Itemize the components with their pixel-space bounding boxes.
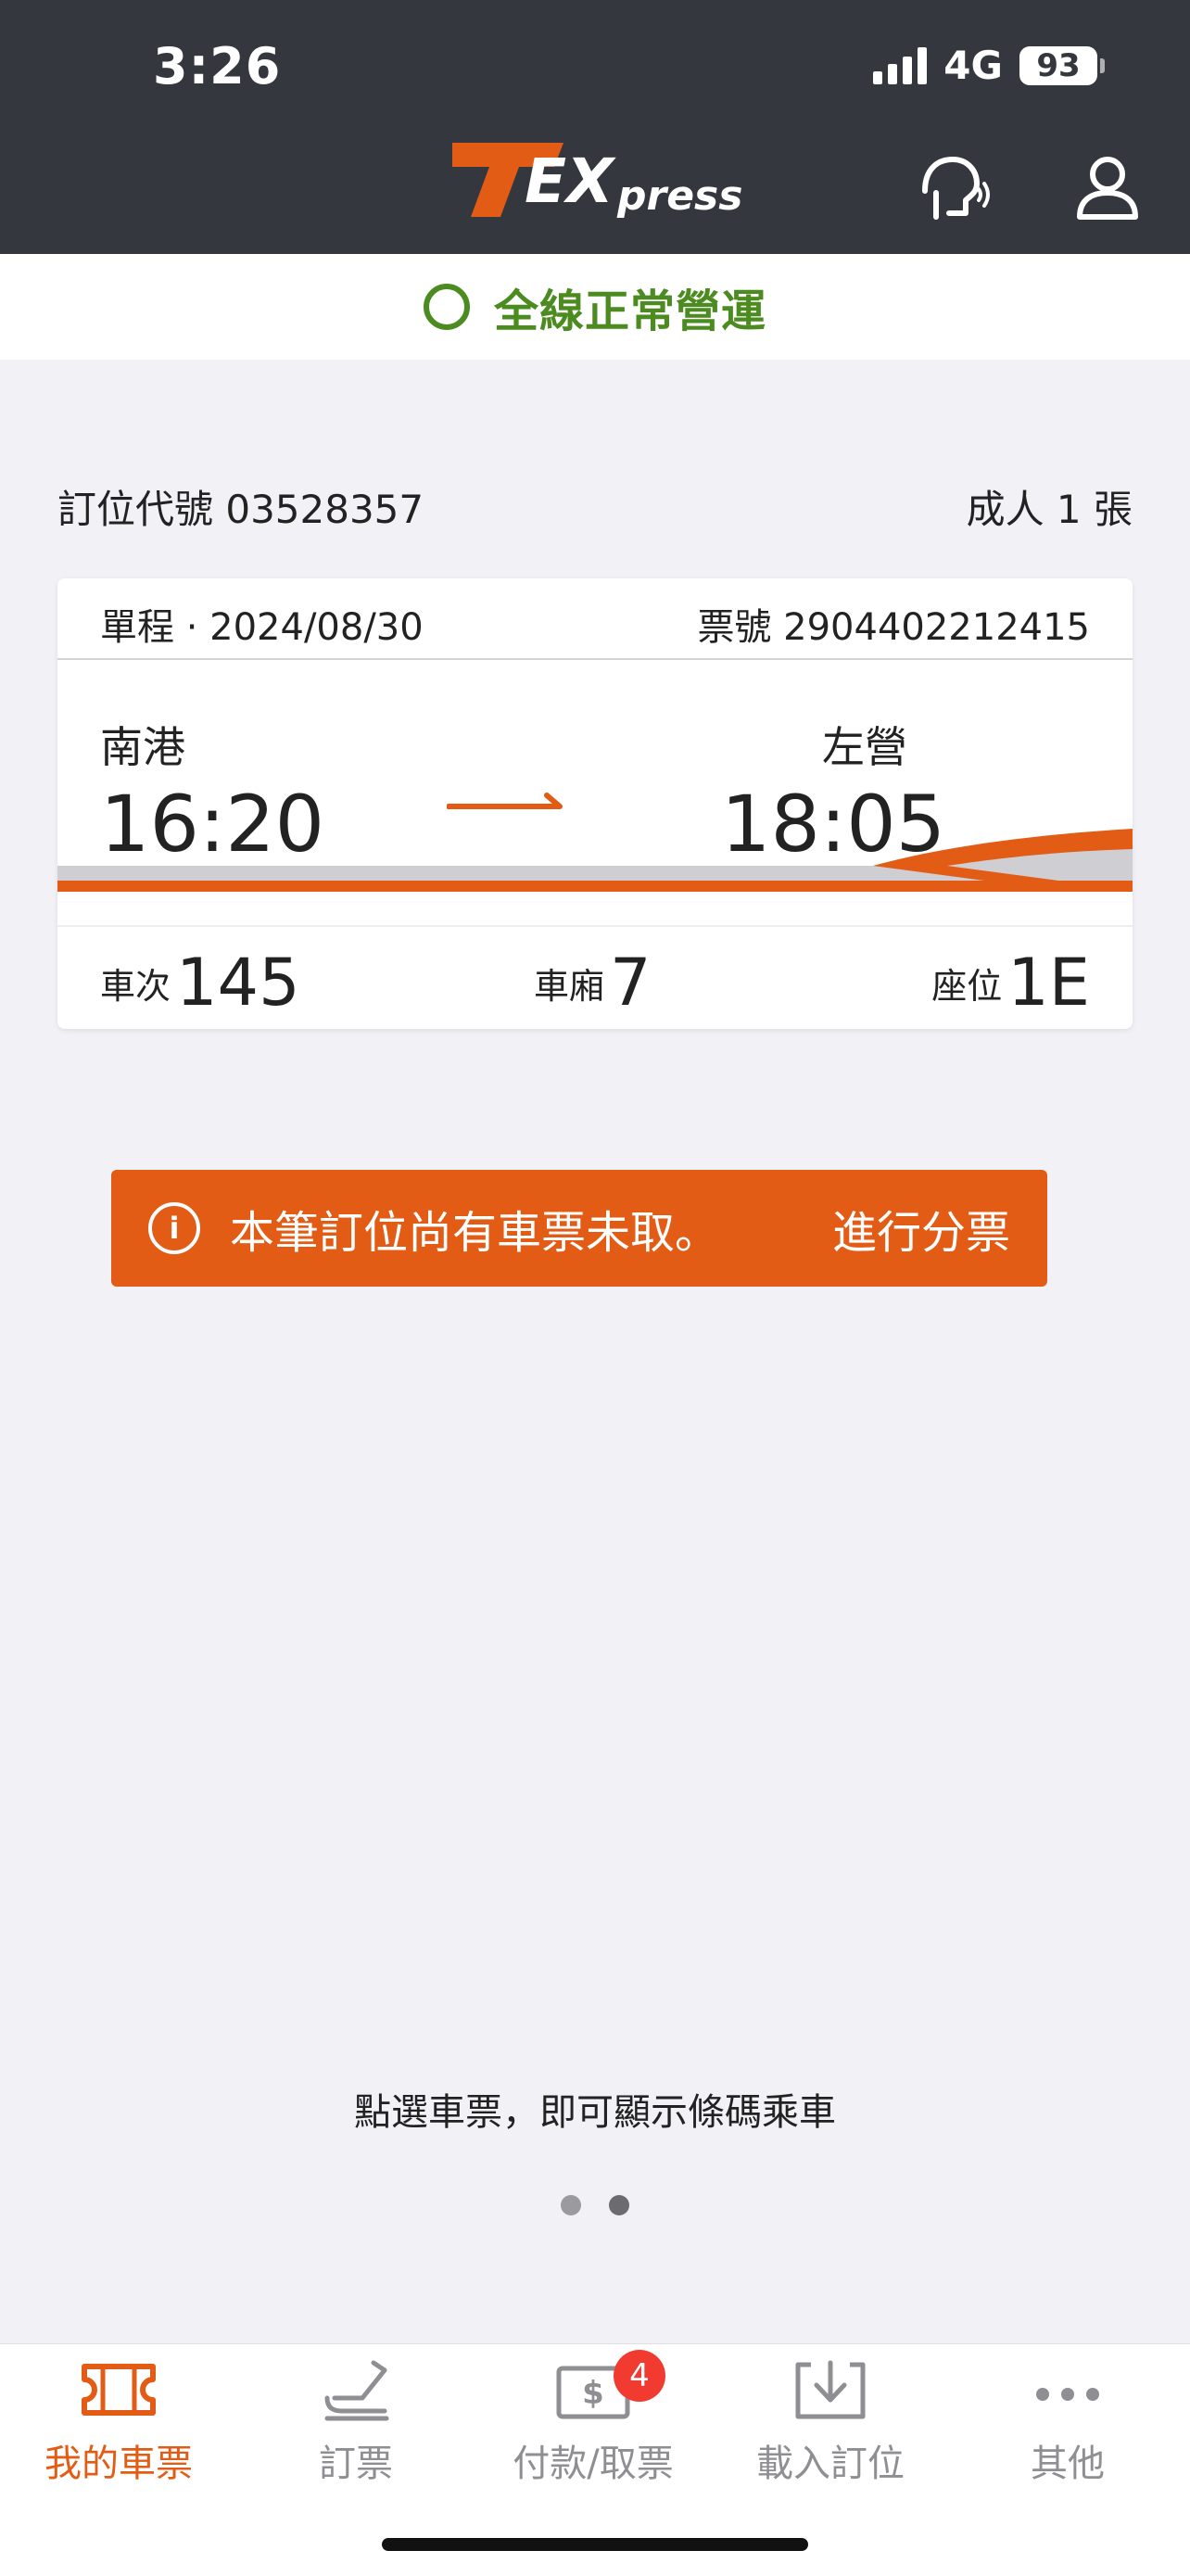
nav-my-tickets[interactable]: 我的車票 xyxy=(0,2357,237,2496)
departure-station: 南港 xyxy=(100,722,185,772)
reservation-code: 訂位代號 03528357 xyxy=(57,487,424,532)
ticket-icon xyxy=(82,2364,156,2416)
status-time: 3:26 xyxy=(153,37,282,95)
app-header: 3:26 4G 93 EX press xyxy=(0,0,1190,254)
alert-message: 本筆訂位尚有車票未取。 xyxy=(230,1207,720,1259)
seat-icon xyxy=(324,2360,389,2421)
nav-payment[interactable]: $ 4 付款/取票 xyxy=(475,2350,712,2496)
split-ticket-button[interactable]: 進行分票 xyxy=(832,1196,1010,1261)
seat-value: 1E xyxy=(1007,945,1090,1021)
page-indicator[interactable] xyxy=(0,2195,1190,2215)
train-label: 車次 xyxy=(100,965,171,1007)
arrival-station: 左營 xyxy=(822,722,907,772)
arrow-right-icon xyxy=(447,793,563,809)
nav-load-reservation[interactable]: 載入訂位 xyxy=(712,2357,949,2496)
payment-badge: 4 xyxy=(614,2350,665,2402)
page-dot-2[interactable] xyxy=(609,2195,629,2215)
status-indicators: 4G 93 xyxy=(873,43,1105,88)
nav-label: 載入訂位 xyxy=(756,2443,905,2485)
page-dot-1[interactable] xyxy=(561,2195,581,2215)
status-circle-icon xyxy=(423,284,470,330)
nav-label: 付款/取票 xyxy=(513,2443,674,2485)
nav-book[interactable]: 訂票 xyxy=(237,2357,475,2496)
download-icon xyxy=(795,2360,866,2419)
nav-label: 訂票 xyxy=(319,2443,393,2485)
nav-label: 我的車票 xyxy=(44,2443,193,2485)
trip-date: 單程 · 2024/08/30 xyxy=(100,606,424,649)
signal-icon xyxy=(873,46,928,84)
svg-text:press: press xyxy=(616,172,742,220)
user-icon[interactable] xyxy=(1075,154,1140,221)
seat-label: 座位 xyxy=(931,965,1003,1007)
coach-value: 7 xyxy=(610,945,652,1021)
decorative-rail-stripe xyxy=(57,829,1133,892)
svg-text:EX: EX xyxy=(525,146,616,217)
nav-more[interactable]: 其他 xyxy=(949,2357,1186,2496)
barcode-hint: 點選車票，即可顯示條碼乘車 xyxy=(354,2091,836,2134)
network-type: 4G xyxy=(943,43,1003,88)
train-number: 車次 145 xyxy=(100,936,300,1029)
info-icon: i xyxy=(148,1202,200,1254)
texpress-logo: EX press xyxy=(452,143,742,220)
seat-number: 座位 1E xyxy=(931,936,1090,1029)
ticket-number: 票號 2904402212415 xyxy=(697,606,1090,649)
ticket-card-header: 單程 · 2024/08/30 票號 2904402212415 xyxy=(57,578,1133,660)
nav-label: 其他 xyxy=(1031,2443,1105,2485)
coach-label: 車廂 xyxy=(534,965,605,1007)
ticket-card[interactable]: 單程 · 2024/08/30 票號 2904402212415 南港 16:2… xyxy=(57,578,1133,1029)
coach-number: 車廂 7 xyxy=(534,936,652,1029)
split-ticket-alert[interactable]: i 本筆訂位尚有車票未取。 進行分票 xyxy=(111,1170,1047,1287)
operation-status-text: 全線正常營運 xyxy=(493,286,766,337)
more-icon xyxy=(1036,2388,1099,2401)
card-divider xyxy=(57,925,1133,927)
operation-status-bar[interactable]: 全線正常營運 xyxy=(0,254,1190,360)
svg-text:$: $ xyxy=(582,2375,604,2412)
voice-support-icon[interactable] xyxy=(918,156,992,222)
home-indicator[interactable] xyxy=(382,2538,808,2551)
battery-level: 93 xyxy=(1036,46,1081,84)
train-value: 145 xyxy=(176,945,300,1021)
battery-icon: 93 xyxy=(1019,45,1105,85)
passenger-count: 成人 1 張 xyxy=(966,487,1133,532)
